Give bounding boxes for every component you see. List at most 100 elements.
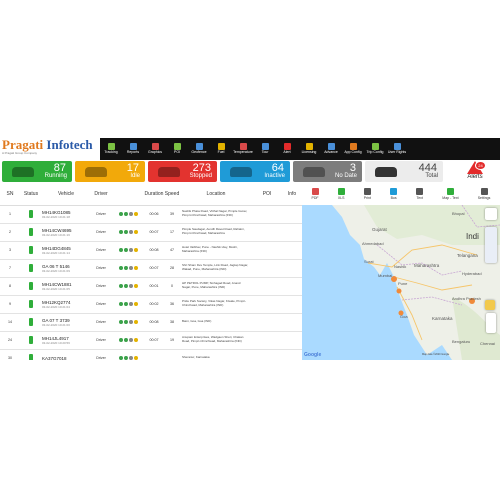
duration-cell: 00:07 (144, 223, 164, 242)
advance-icon (327, 143, 335, 150)
vehicle-cell[interactable]: KA37G7018 (42, 349, 90, 360)
map-label-andhra-pradesh: Andhra Pradesh (452, 296, 481, 301)
sensor-icons-cell (112, 223, 144, 242)
speed-cell: 38 (164, 313, 180, 332)
map-tool-text[interactable]: Text (416, 188, 424, 200)
table-row[interactable]: 14 GA 07 T 3739 03-02-2020 10:21:00 Driver 0… (0, 313, 302, 332)
column-header[interactable] (112, 183, 144, 206)
nav-item-temperature[interactable]: Temperature (232, 138, 254, 160)
info-cell[interactable] (282, 241, 302, 260)
street-view-pegman[interactable] (485, 300, 495, 310)
info-cell[interactable] (282, 313, 302, 332)
status-cell (20, 223, 42, 242)
vehicle-cell[interactable]: GA 07 T 3739 03-02-2020 10:21:00 (42, 313, 90, 332)
nav-item-trip-config[interactable]: Trip Config (364, 138, 386, 160)
vehicle-cell[interactable]: MH14KG1085 03-02-2020 10:21:18 (42, 205, 90, 224)
power-icon (133, 248, 138, 252)
vehicle-cell[interactable]: MH12KQ2774 03-02-2020 10:21:04 (42, 295, 90, 314)
info-cell[interactable] (282, 205, 302, 224)
zoom-controls[interactable] (486, 313, 496, 333)
info-cell[interactable] (282, 223, 302, 242)
vehicle-cell[interactable]: MH14JL4917 03-02-2020 10:20:56 (42, 331, 90, 350)
nav-item-alert[interactable]: Alert (276, 138, 298, 160)
driver-cell: Driver (90, 205, 112, 224)
nav-item-graphics[interactable]: Graphics (144, 138, 166, 160)
map-tool-label: Print (363, 196, 371, 200)
company-logo[interactable]: Pragati Infotech A Pragati Group Company (0, 138, 100, 160)
info-cell[interactable] (282, 331, 302, 350)
tracking-icon (107, 143, 115, 150)
fullscreen-button[interactable] (485, 208, 497, 220)
table-row[interactable]: 8 MH14CW1881 03-02-2020 10:21:05 Driver 00:0… (0, 277, 302, 296)
column-header[interactable]: Duration (144, 183, 164, 206)
status-label: Inactive (264, 173, 285, 179)
nav-item-fuel[interactable]: Fuel (210, 138, 232, 160)
column-header[interactable]: SN (0, 183, 20, 206)
info-cell[interactable] (282, 349, 302, 360)
alerts-button[interactable]: 24 Alerts (452, 160, 498, 183)
column-header[interactable]: Location (180, 183, 252, 206)
status-card-no-date[interactable]: 3 No Date (293, 161, 362, 182)
table-row[interactable]: 9 MH12KQ2774 03-02-2020 10:21:04 Driver 00:0… (0, 295, 302, 314)
status-card-idle[interactable]: 17 Idle (75, 161, 145, 182)
vehicle-cell[interactable]: MH14CW4695 03-02-2020 10:21:16 (42, 223, 90, 242)
map-tool-map-text[interactable]: Map - Text (442, 188, 459, 200)
brand-name: Pragati Infotech (2, 138, 93, 152)
map-tool-print[interactable]: Print (364, 188, 371, 200)
info-cell[interactable] (282, 277, 302, 296)
table-row[interactable]: 2 MH14CW4695 03-02-2020 10:21:16 Driver 00:0… (0, 223, 302, 242)
map-tool-settings[interactable]: Settings (478, 188, 490, 200)
status-card-total[interactable]: 444 Total (365, 161, 443, 182)
map-tool-xls[interactable]: XLS (337, 188, 345, 200)
vehicle-timestamp: 03-02-2020 10:21:00 (42, 322, 70, 327)
nav-item-geofence[interactable]: Geofence (188, 138, 210, 160)
table-row[interactable]: 30 KA37G7018 Driver Sheranur, Karnataka (0, 349, 302, 360)
status-card-running[interactable]: 87 Running (2, 161, 72, 182)
column-header[interactable]: Info (282, 183, 302, 206)
speed-cell: 17 (164, 223, 180, 242)
status-card-inactive[interactable]: 64 Inactive (220, 161, 290, 182)
nav-item-licensing[interactable]: Licensing (298, 138, 320, 160)
signal-icon (128, 356, 133, 360)
location-cell: Pride Park Society, Vikas Nagar, Kiwale,… (180, 295, 252, 314)
signal-icon (128, 320, 133, 324)
nav-item-advance[interactable]: Advance (320, 138, 342, 160)
vehicle-cell[interactable]: MH14CW1881 03-02-2020 10:21:05 (42, 277, 90, 296)
table-row[interactable]: 1 MH14KG1085 03-02-2020 10:21:18 Driver 00:0… (0, 205, 302, 224)
vehicle-cell[interactable]: MH14DG4845 03-02-2020 10:21:14 (42, 241, 90, 260)
map-view[interactable]: Gujarat Bhopal Ahmedabad Surat Nashik Mu… (302, 205, 500, 360)
status-card-stopped[interactable]: 273 Stopped (148, 161, 217, 182)
power-icon (133, 266, 138, 270)
duration-cell: 00:07 (144, 331, 164, 350)
table-row[interactable]: 24 MH14JL4917 03-02-2020 10:20:56 Driver 00:… (0, 331, 302, 350)
battery-status-icon (29, 281, 33, 290)
nav-item-tour[interactable]: Tour (254, 138, 276, 160)
nav-item-label: POI (173, 150, 181, 154)
vehicle-cell[interactable]: GA 06 T 5146 03-02-2020 10:21:09 (42, 259, 90, 278)
settings-icon (480, 188, 488, 195)
battery-status-icon (29, 353, 33, 360)
vehicle-cluster-marker[interactable] (396, 288, 402, 294)
power-icon (133, 320, 138, 324)
map-tool-pdf[interactable]: PDF (311, 188, 319, 200)
nav-item-app-config[interactable]: App Config (342, 138, 364, 160)
column-header[interactable]: POI (252, 183, 282, 206)
nav-item-user-rights[interactable]: User Rights (386, 138, 408, 160)
column-header[interactable]: Status (20, 183, 42, 206)
table-row[interactable]: 3 MH14DG4845 03-02-2020 10:21:14 Driver 00:0… (0, 241, 302, 260)
column-header[interactable]: Speed (164, 183, 180, 206)
column-header[interactable]: Vehicle (42, 183, 90, 206)
info-cell[interactable] (282, 259, 302, 278)
sensor-icons-cell (112, 259, 144, 278)
info-cell[interactable] (282, 295, 302, 314)
column-header[interactable]: Driver (90, 183, 112, 206)
status-label: Running (44, 173, 67, 179)
table-row[interactable]: 7 GA 06 T 5146 03-02-2020 10:21:09 Driver 00… (0, 259, 302, 278)
map-label-ahmedabad: Ahmedabad (362, 241, 384, 246)
map-tool-bus[interactable]: Bus (390, 188, 398, 200)
nav-item-poi[interactable]: POI (166, 138, 188, 160)
nav-item-reports[interactable]: Reports (122, 138, 144, 160)
nav-item-tracking[interactable]: Tracking (100, 138, 122, 160)
nav-item-label: Temperature (233, 150, 253, 154)
map-side-controls[interactable] (485, 227, 497, 263)
